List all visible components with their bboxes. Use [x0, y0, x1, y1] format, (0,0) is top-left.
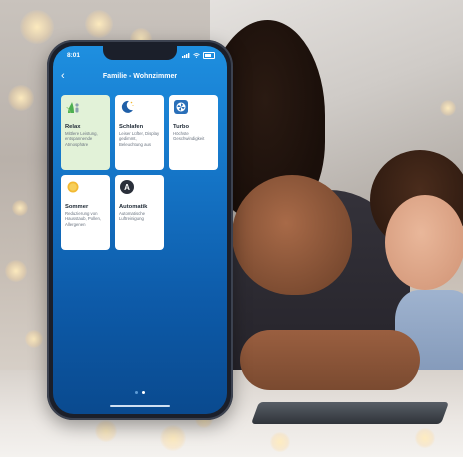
scene-grid: Relax Mittlere Leistung, entspannende At… — [61, 95, 219, 250]
bokeh-light — [95, 420, 117, 442]
scene-card-schlafen[interactable]: Schlafen Leiser Lüfter, Display gedimmt,… — [115, 95, 164, 170]
scene-name: Turbo — [173, 124, 189, 130]
scene-description: Reduzierung von Hausstaub, Pollen, Aller… — [65, 211, 102, 227]
scene-card-turbo[interactable]: Turbo Höchste Geschwindigkeit — [169, 95, 218, 170]
home-indicator[interactable] — [110, 405, 170, 407]
scene-name: Schlafen — [119, 124, 144, 130]
photo-scene: 8:01 ‹ Familie - Wohnzimmer Relax Mittle… — [0, 0, 463, 457]
fan-icon — [173, 99, 189, 115]
bokeh-light — [270, 432, 290, 452]
scene-description: Höchste Geschwindigkeit — [173, 131, 205, 142]
page-indicator — [53, 391, 227, 394]
bokeh-light — [415, 428, 435, 448]
scene-name: Automatik — [119, 204, 148, 210]
bokeh-light — [440, 100, 456, 116]
sun-icon — [65, 179, 81, 195]
scene-card-relax[interactable]: Relax Mittlere Leistung, entspannende At… — [61, 95, 110, 170]
bokeh-light — [25, 330, 43, 348]
page-dot[interactable] — [135, 391, 138, 394]
bokeh-light — [12, 200, 28, 216]
auto-icon-letter: A — [124, 183, 130, 192]
scene-name: Sommer — [65, 204, 89, 210]
phone: 8:01 ‹ Familie - Wohnzimmer Relax Mittle… — [47, 40, 233, 420]
scene-description: Leiser Lüfter, Display gedimmt, Beleucht… — [119, 131, 160, 147]
app-screen: 8:01 ‹ Familie - Wohnzimmer Relax Mittle… — [53, 46, 227, 414]
wifi-icon — [193, 53, 200, 58]
phone-notch — [103, 46, 177, 60]
bokeh-light — [20, 10, 54, 44]
scene-description: Mittlere Leistung, entspannende Atmosphä… — [65, 131, 98, 147]
woman-face — [232, 175, 352, 295]
nav-bar: ‹ Familie - Wohnzimmer — [53, 70, 227, 86]
bokeh-light — [160, 425, 186, 451]
battery-icon — [203, 52, 215, 59]
scene-card-automatik[interactable]: A Automatik Automatische Luftreinigung — [115, 175, 164, 250]
auto-icon: A — [119, 179, 135, 195]
signal-icon — [182, 53, 190, 58]
bokeh-light — [85, 10, 113, 38]
girl-face — [385, 195, 463, 290]
tablet-device — [250, 402, 450, 424]
scene-card-sommer[interactable]: Sommer Reduzierung von Hausstaub, Pollen… — [61, 175, 110, 250]
scene-name: Relax — [65, 124, 81, 130]
bokeh-light — [8, 85, 34, 111]
page-title: Familie - Wohnzimmer — [102, 73, 178, 80]
bokeh-light — [5, 260, 27, 282]
status-icons — [182, 52, 215, 59]
woman-arm — [240, 330, 420, 390]
moon-icon — [119, 99, 135, 115]
page-dot-active[interactable] — [142, 391, 145, 394]
status-time: 8:01 — [67, 52, 81, 59]
relax-icon — [65, 99, 81, 115]
scene-description: Automatische Luftreinigung — [119, 211, 146, 222]
